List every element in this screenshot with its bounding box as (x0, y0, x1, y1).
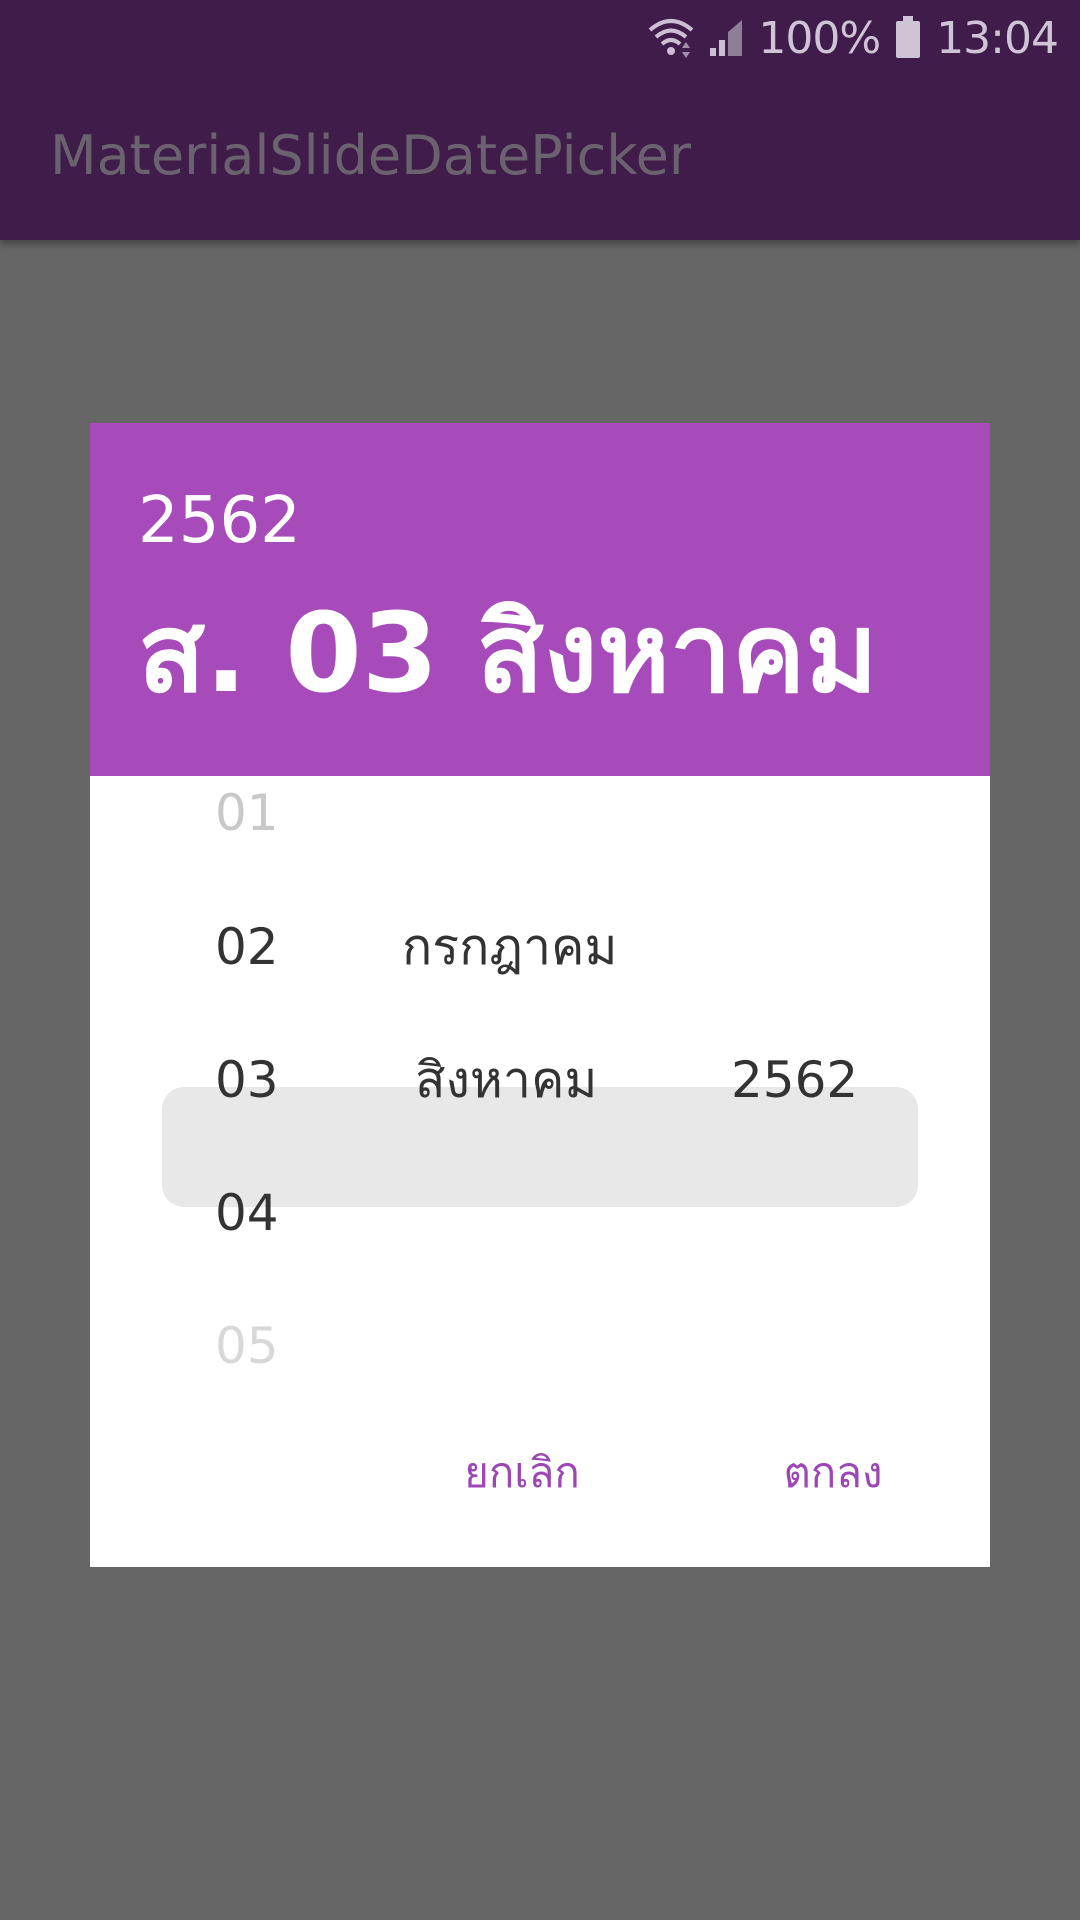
ok-button[interactable]: ตกลง (784, 1452, 883, 1494)
top-bar: 100% 13:04 MaterialSlideDatePicker (0, 0, 1080, 240)
day-wheel-item[interactable]: 01 (215, 788, 279, 838)
clock: 13:04 (936, 12, 1059, 64)
day-wheel-item-selected[interactable]: 03 (215, 1055, 279, 1105)
header-year[interactable]: 2562 (138, 489, 301, 553)
wifi-icon (648, 18, 694, 58)
battery-icon (894, 16, 922, 60)
month-wheel-item-selected[interactable]: สิงหาคม (415, 1055, 597, 1105)
day-wheel-item[interactable]: 05 (215, 1321, 279, 1371)
status-bar: 100% 13:04 (648, 10, 1059, 66)
header-date[interactable]: ส. 03 สิงหาคม (138, 593, 878, 714)
year-wheel-item-selected[interactable]: 2562 (731, 1055, 858, 1105)
signal-icon (708, 18, 744, 58)
app-title: MaterialSlideDatePicker (50, 124, 692, 187)
date-picker-dialog: 2562 ส. 03 สิงหาคม 01 02 03 04 05 กรกฎาค… (90, 423, 990, 1567)
day-wheel-item[interactable]: 04 (215, 1188, 279, 1238)
month-wheel-item[interactable]: กรกฎาคม (402, 922, 617, 972)
battery-percentage: 100% (758, 12, 881, 64)
day-wheel-item[interactable]: 02 (215, 922, 279, 972)
cancel-button[interactable]: ยกเลิก (464, 1452, 580, 1494)
dialog-header: 2562 ส. 03 สิงหาคม (90, 423, 990, 776)
